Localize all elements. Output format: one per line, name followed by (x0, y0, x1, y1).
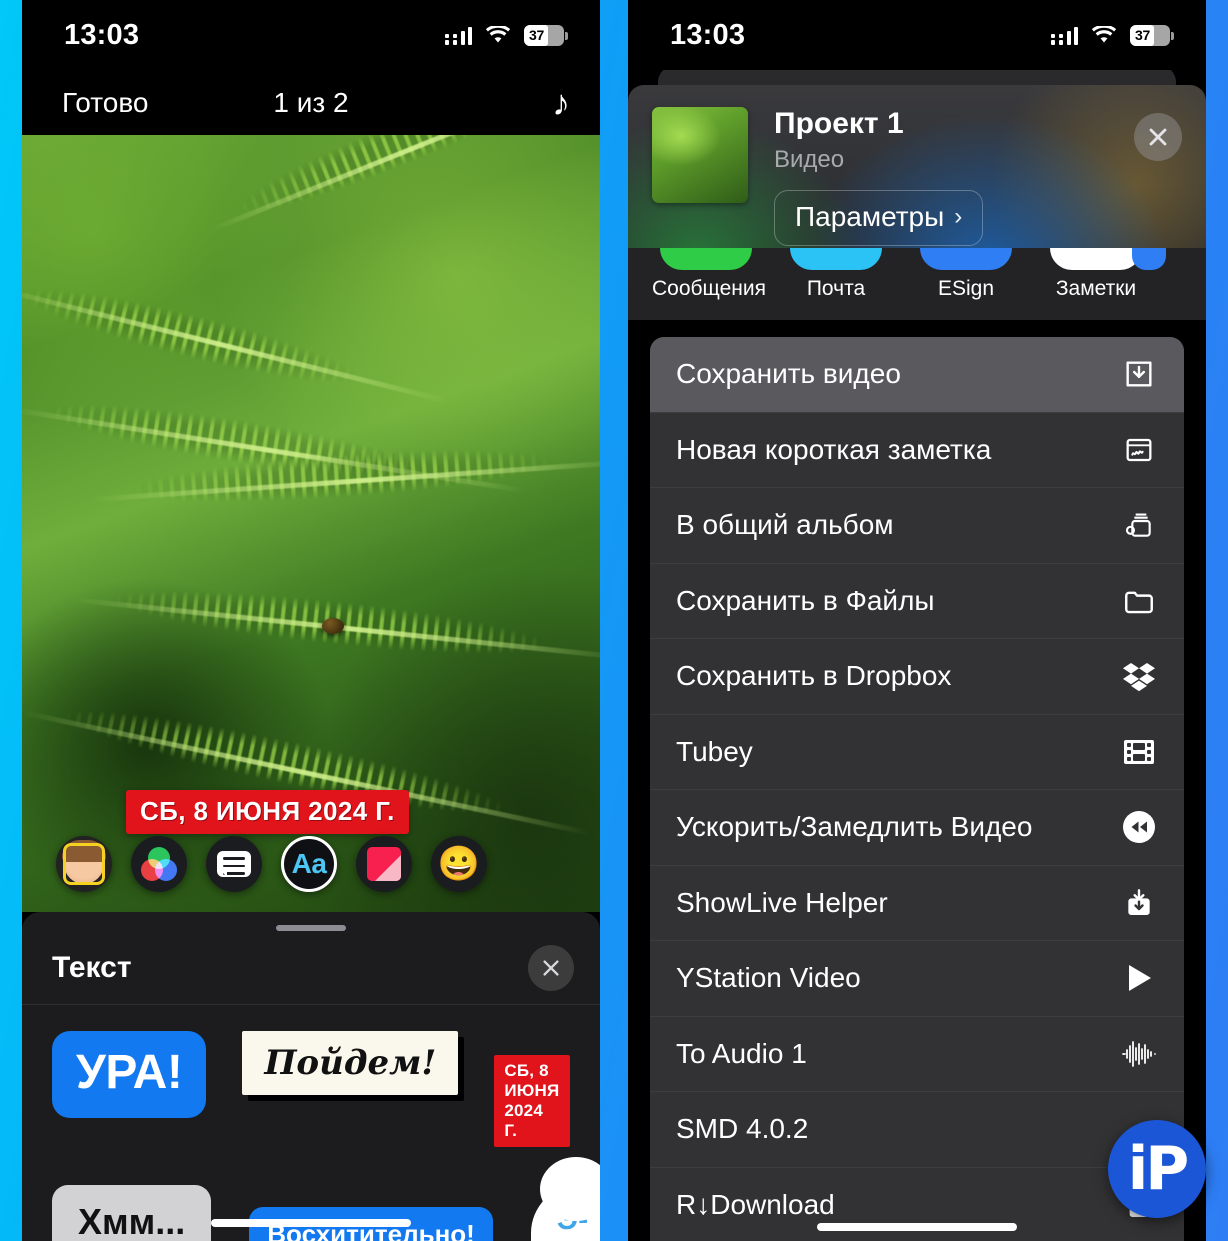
share-app-label: Заметки (1055, 277, 1137, 300)
video-thumbnail (652, 107, 748, 203)
shared-album-icon (1118, 509, 1160, 541)
share-subtitle: Видео (774, 146, 845, 173)
left-phone-screen: 13:03 37 Готово 1 из 2 ♪ СБ, 8 ИЮНЯ 2024… (22, 0, 600, 1241)
emoji-tool[interactable]: 😀 (431, 836, 487, 892)
insect (322, 618, 344, 634)
close-sheet-button[interactable] (528, 944, 574, 991)
left-status-bar: 13:03 37 (22, 0, 600, 70)
watermark-badge: iP (1108, 1120, 1206, 1218)
action-save-video[interactable]: Сохранить видео (650, 337, 1184, 413)
rewind-icon (1118, 810, 1160, 844)
battery-icon: 37 (1130, 24, 1174, 46)
home-indicator[interactable] (211, 1219, 411, 1227)
share-app-esign[interactable]: ESign (912, 248, 1020, 301)
share-app-next-partial[interactable] (1132, 248, 1166, 270)
options-button-label: Параметры (795, 201, 945, 232)
edit-tool-dock: Aa 😀 (56, 836, 487, 892)
cellular-signal-icon (1050, 26, 1078, 45)
waveform-icon (1118, 1040, 1160, 1068)
close-icon (1149, 128, 1167, 146)
speech-bubble-icon (217, 851, 251, 877)
battery-icon: 37 (524, 24, 568, 46)
film-strip-icon (1118, 737, 1160, 767)
battery-percent: 37 (1135, 27, 1150, 43)
messages-icon (660, 248, 752, 270)
shapes-tool[interactable] (356, 836, 412, 892)
cellular-signal-icon (444, 26, 472, 45)
share-app-label: ESign (937, 277, 995, 300)
download-box-icon (1118, 887, 1160, 919)
sticker-date[interactable]: СБ, 8 ИЮНЯ 2024 Г. (494, 1055, 570, 1147)
share-app-mail[interactable]: Почта (782, 248, 890, 301)
date-sticker[interactable]: СБ, 8 ИЮНЯ 2024 Г. (126, 790, 409, 834)
share-title: Проект 1 (774, 107, 904, 140)
right-phone-screen: 13:03 37 Проект 1 Видео Параметры › Сооб… (628, 0, 1206, 1241)
left-nav-bar: Готово 1 из 2 ♪ (22, 70, 600, 135)
text-sticker-sheet: Текст УРА! Пойдем! СБ, 8 ИЮНЯ 2024 Г. Хм… (22, 912, 600, 1241)
action-smd[interactable]: SMD 4.0.2 (650, 1092, 1184, 1168)
wifi-icon (1091, 25, 1117, 45)
action-to-audio[interactable]: To Audio 1 (650, 1017, 1184, 1092)
right-status-bar: 13:03 37 (628, 0, 1206, 70)
video-preview[interactable]: СБ, 8 ИЮНЯ 2024 Г. Aa 😀 (22, 135, 600, 912)
status-indicators: 37 (444, 24, 568, 46)
notes-icon (1050, 248, 1142, 270)
comment-tool[interactable] (206, 836, 262, 892)
status-time: 13:03 (670, 18, 746, 51)
done-button[interactable]: Готово (62, 87, 148, 119)
battery-percent: 37 (529, 27, 544, 43)
save-download-icon (1118, 357, 1160, 391)
smiley-icon: 😀 (437, 845, 481, 883)
action-showlive-helper[interactable]: ShowLive Helper (650, 866, 1184, 941)
play-icon (1118, 961, 1160, 995)
status-time: 13:03 (64, 18, 140, 51)
sticker-ura[interactable]: УРА! (52, 1031, 207, 1118)
close-share-sheet-button[interactable] (1134, 113, 1182, 161)
sticker-hmm[interactable]: Хмм... (52, 1185, 212, 1241)
text-tool-label: Aa (291, 848, 327, 879)
sticker-eee[interactable]: Э-э-э?! (530, 1157, 600, 1241)
sticker-icon (367, 847, 401, 881)
share-app-notes[interactable]: Заметки (1042, 248, 1166, 301)
home-indicator[interactable] (817, 1223, 1017, 1231)
dropbox-icon (1118, 661, 1160, 692)
action-tubey[interactable]: Tubey (650, 715, 1184, 790)
action-shared-album[interactable]: В общий альбом (650, 488, 1184, 564)
action-ystation-video[interactable]: YStation Video (650, 941, 1184, 1017)
mail-icon (790, 248, 882, 270)
action-speed-video[interactable]: Ускорить/Замедлить Видео (650, 790, 1184, 866)
options-button[interactable]: Параметры › (774, 190, 984, 246)
status-indicators: 37 (1050, 24, 1174, 46)
action-save-to-dropbox[interactable]: Сохранить в Dropbox (650, 639, 1184, 715)
share-apps-row: Сообщения Почта ESign Заметки (628, 248, 1206, 320)
share-app-label: Почта (806, 277, 866, 300)
sheet-header: Текст (22, 931, 600, 1005)
music-note-icon[interactable]: ♪ (552, 84, 570, 121)
filters-tool[interactable] (131, 836, 187, 892)
memoji-tool[interactable] (56, 836, 112, 892)
action-save-to-files[interactable]: Сохранить в Файлы (650, 564, 1184, 639)
sheet-title: Текст (52, 950, 132, 984)
sticker-poydem[interactable]: Пойдем! (242, 1031, 459, 1095)
sticker-row-1: УРА! Пойдем! СБ, 8 ИЮНЯ 2024 Г. (22, 1005, 600, 1147)
share-actions-list[interactable]: Сохранить видео Новая короткая заметка В… (650, 337, 1184, 1241)
esign-icon (920, 248, 1012, 270)
share-app-messages[interactable]: Сообщения (652, 248, 766, 301)
close-icon (543, 959, 559, 976)
action-new-quick-note[interactable]: Новая короткая заметка (650, 413, 1184, 488)
folder-icon (1118, 584, 1160, 618)
text-tool[interactable]: Aa (281, 836, 337, 892)
wifi-icon (485, 25, 511, 45)
share-app-label: Сообщения (652, 277, 766, 300)
share-item-info: Проект 1 Видео Параметры › (774, 107, 1134, 246)
chevron-right-icon: › (954, 203, 963, 230)
quick-note-icon (1118, 434, 1160, 466)
share-sheet-header: Проект 1 Видео Параметры › (628, 85, 1206, 265)
